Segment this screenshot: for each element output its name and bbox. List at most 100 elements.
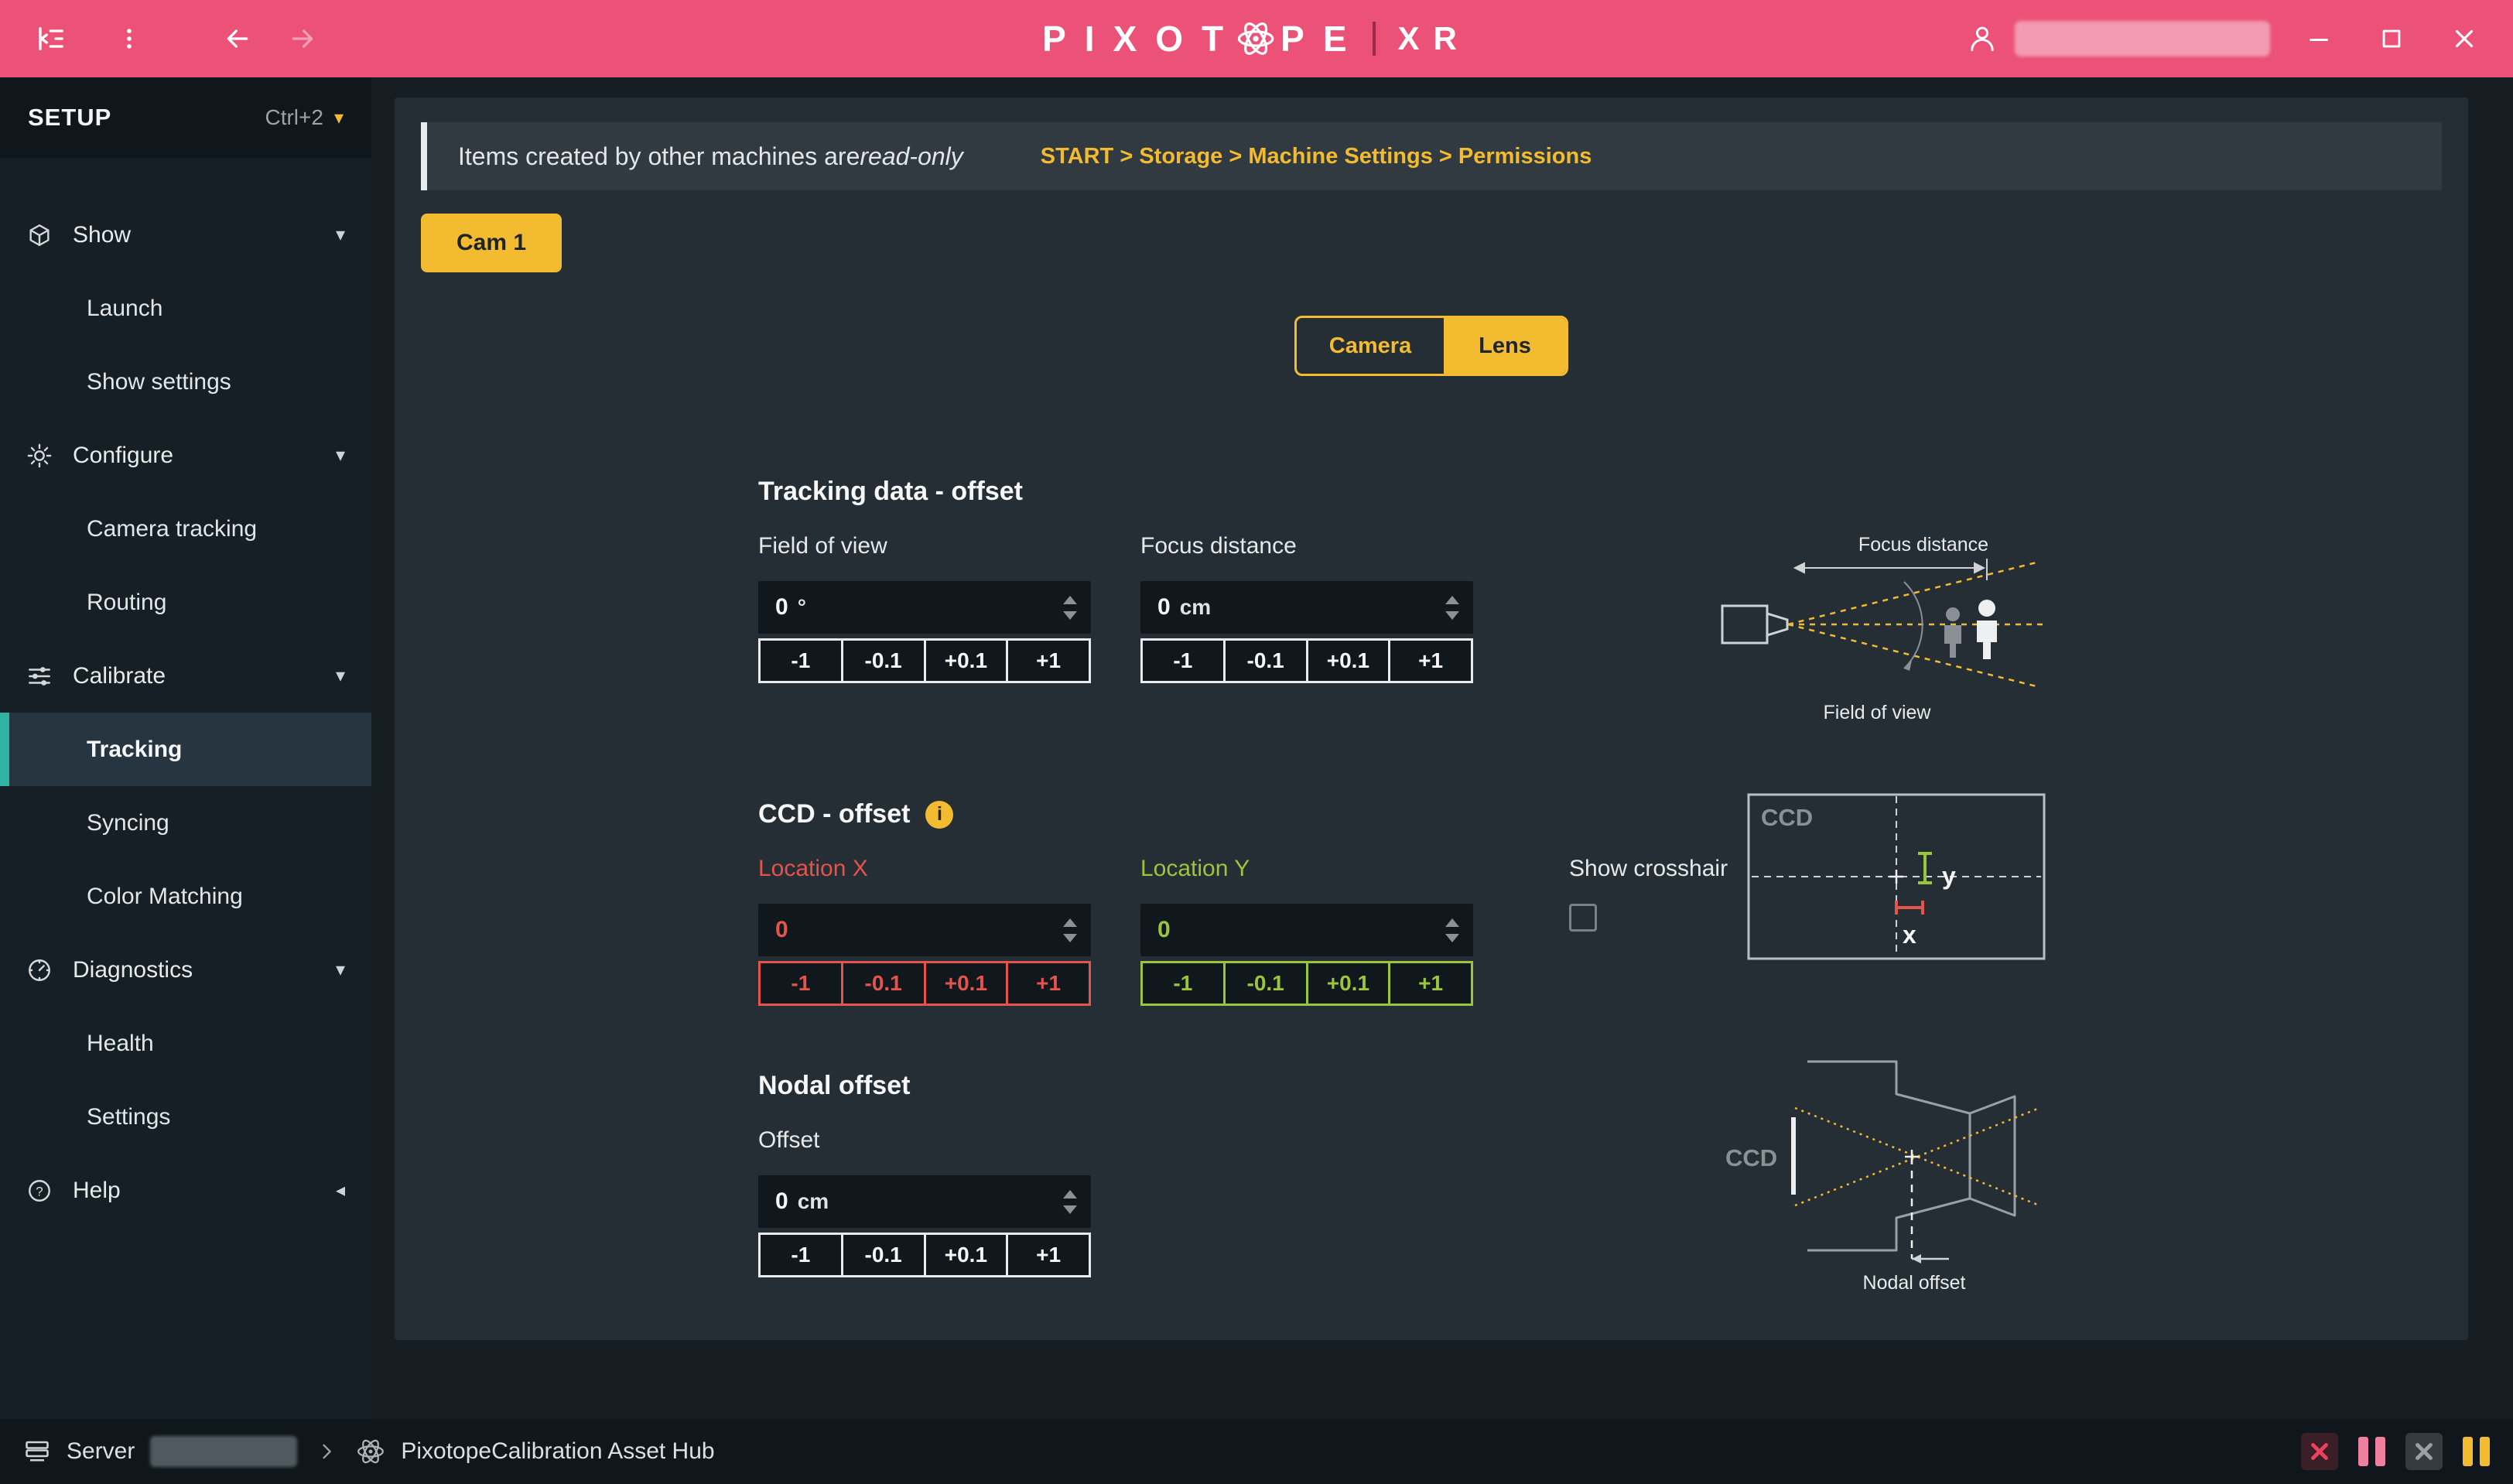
back-arrow-icon[interactable] <box>217 18 258 60</box>
location-x-steppers: -1 -0.1 +0.1 +1 <box>758 961 1091 1006</box>
svg-text:Nodal offset: Nodal offset <box>1863 1272 1966 1294</box>
maximize-button[interactable] <box>2371 18 2412 60</box>
engine2-pause-icon[interactable] <box>2463 1437 2490 1466</box>
server-icon <box>23 1438 51 1465</box>
sidebar-item-launch[interactable]: Launch <box>0 272 371 345</box>
close-button[interactable] <box>2443 18 2485 60</box>
nodal-offset-field-group: Offset 0 cm -1 -0.1 +0.1 <box>758 1127 1091 1277</box>
sidebar-item-color-matching[interactable]: Color Matching <box>0 860 371 933</box>
location-y-spinner[interactable] <box>1445 904 1459 956</box>
nodal-offset-value: 0 <box>775 1188 788 1215</box>
engine1-pause-icon[interactable] <box>2358 1437 2385 1466</box>
location-x-field-group: Location X 0 -1 -0.1 +0.1 +1 <box>758 856 1091 1006</box>
section-title: Tracking data - offset <box>758 477 2426 507</box>
chevron-down-icon: ▾ <box>336 224 345 246</box>
y-step-minus01[interactable]: -0.1 <box>1223 961 1308 1006</box>
x-step-minus1[interactable]: -1 <box>758 961 843 1006</box>
show-crosshair-label: Show crosshair <box>1569 856 1728 882</box>
engine2-stop-icon[interactable] <box>2405 1433 2443 1470</box>
fov-spinner[interactable] <box>1063 581 1077 634</box>
kebab-menu-icon[interactable] <box>108 18 150 60</box>
x-step-plus01[interactable]: +0.1 <box>924 961 1009 1006</box>
sidebar-group-diagnostics[interactable]: Diagnostics ▾ <box>0 933 371 1007</box>
sidebar-collapse-icon[interactable] <box>31 18 73 60</box>
fov-field-group: Field of view 0 ° -1 -0.1 +0.1 <box>758 533 1091 683</box>
minimize-button[interactable] <box>2298 18 2340 60</box>
section-title: Nodal offset <box>758 1071 2426 1101</box>
pixotope-logo: PIXOT PE XR <box>1042 18 1471 60</box>
forward-arrow-icon[interactable] <box>282 18 323 60</box>
sidebar-item-health[interactable]: Health <box>0 1007 371 1080</box>
user-icon <box>1965 22 1999 56</box>
y-step-plus1[interactable]: +1 <box>1388 961 1473 1006</box>
x-step-minus01[interactable]: -0.1 <box>841 961 926 1006</box>
fov-step-plus1[interactable]: +1 <box>1006 638 1091 683</box>
sidebar-item-settings[interactable]: Settings <box>0 1080 371 1154</box>
location-y-value: 0 <box>1157 917 1171 943</box>
camera-lens-toggle: Camera Lens <box>1294 316 1568 376</box>
fov-steppers: -1 -0.1 +0.1 +1 <box>758 638 1091 683</box>
server-status[interactable]: Server <box>23 1436 297 1467</box>
gear-icon <box>26 443 53 469</box>
sidebar-item-syncing[interactable]: Syncing <box>0 786 371 860</box>
nodal-step-plus01[interactable]: +0.1 <box>924 1233 1009 1277</box>
x-step-plus1[interactable]: +1 <box>1006 961 1091 1006</box>
focus-step-plus1[interactable]: +1 <box>1388 638 1473 683</box>
fov-unit: ° <box>798 595 806 620</box>
show-icon <box>26 222 53 248</box>
nodal-offset-input[interactable]: 0 cm <box>758 1175 1091 1228</box>
sidebar-item-label: Launch <box>87 296 162 322</box>
sidebar-item-label: Health <box>87 1031 154 1057</box>
show-crosshair-checkbox[interactable] <box>1569 904 1597 932</box>
location-x-input[interactable]: 0 <box>758 904 1091 956</box>
info-icon[interactable]: i <box>925 801 953 829</box>
focus-step-minus01[interactable]: -0.1 <box>1223 638 1308 683</box>
tab-camera[interactable]: Camera <box>1297 318 1444 374</box>
section-tracking-offset: Tracking data - offset Field of view 0 ° <box>758 477 2426 683</box>
engine1-stop-icon[interactable] <box>2301 1433 2338 1470</box>
sidebar-group-label: Show <box>73 222 131 248</box>
cam1-button[interactable]: Cam 1 <box>421 214 562 272</box>
asset-hub-status[interactable]: PixotopeCalibration Asset Hub <box>356 1437 714 1466</box>
sidebar-group-help[interactable]: ? Help ◂ <box>0 1154 371 1227</box>
nodal-step-minus1[interactable]: -1 <box>758 1233 843 1277</box>
user-account[interactable] <box>1965 21 2270 56</box>
fov-step-minus1[interactable]: -1 <box>758 638 843 683</box>
asset-hub-label: PixotopeCalibration Asset Hub <box>401 1438 714 1465</box>
sidebar-group-show[interactable]: Show ▾ <box>0 198 371 272</box>
nodal-step-plus1[interactable]: +1 <box>1006 1233 1091 1277</box>
nodal-offset-spinner[interactable] <box>1063 1175 1077 1228</box>
focus-step-plus01[interactable]: +0.1 <box>1306 638 1391 683</box>
sidebar-item-routing[interactable]: Routing <box>0 566 371 639</box>
setup-mode-dropdown[interactable]: SETUP Ctrl+2 ▾ <box>0 77 371 158</box>
sidebar-group-label: Configure <box>73 443 173 469</box>
statusbar: Server PixotopeCalibration Asset Hub <box>0 1419 2513 1484</box>
y-step-plus01[interactable]: +0.1 <box>1306 961 1391 1006</box>
nodal-step-minus01[interactable]: -0.1 <box>841 1233 926 1277</box>
fov-step-plus01[interactable]: +0.1 <box>924 638 1009 683</box>
y-step-minus1[interactable]: -1 <box>1140 961 1226 1006</box>
ccd-diagram: CCD <box>1745 792 2047 962</box>
fov-input[interactable]: 0 ° <box>758 581 1091 634</box>
location-y-input[interactable]: 0 <box>1140 904 1473 956</box>
location-y-label: Location Y <box>1140 856 1473 882</box>
sidebar-item-show-settings[interactable]: Show settings <box>0 345 371 419</box>
sidebar-item-camera-tracking[interactable]: Camera tracking <box>0 492 371 566</box>
server-label: Server <box>67 1438 135 1465</box>
setup-shortcut: Ctrl+2 <box>265 105 323 130</box>
location-x-spinner[interactable] <box>1063 904 1077 956</box>
tab-lens[interactable]: Lens <box>1444 318 1566 374</box>
breadcrumb[interactable]: START > Storage > Machine Settings > Per… <box>1041 144 1592 169</box>
sidebar-group-calibrate[interactable]: Calibrate ▾ <box>0 639 371 713</box>
chevron-down-icon: ▾ <box>336 444 345 467</box>
notice-emphasis: read-only <box>860 142 962 171</box>
focus-spinner[interactable] <box>1445 581 1459 634</box>
svg-text:Field of view: Field of view <box>1824 702 1932 723</box>
sidebar-item-label: Show settings <box>87 369 231 395</box>
focus-step-minus1[interactable]: -1 <box>1140 638 1226 683</box>
fov-value: 0 <box>775 594 788 621</box>
fov-step-minus01[interactable]: -0.1 <box>841 638 926 683</box>
focus-input[interactable]: 0 cm <box>1140 581 1473 634</box>
sidebar-item-tracking[interactable]: Tracking <box>0 713 371 786</box>
sidebar-group-configure[interactable]: Configure ▾ <box>0 419 371 492</box>
